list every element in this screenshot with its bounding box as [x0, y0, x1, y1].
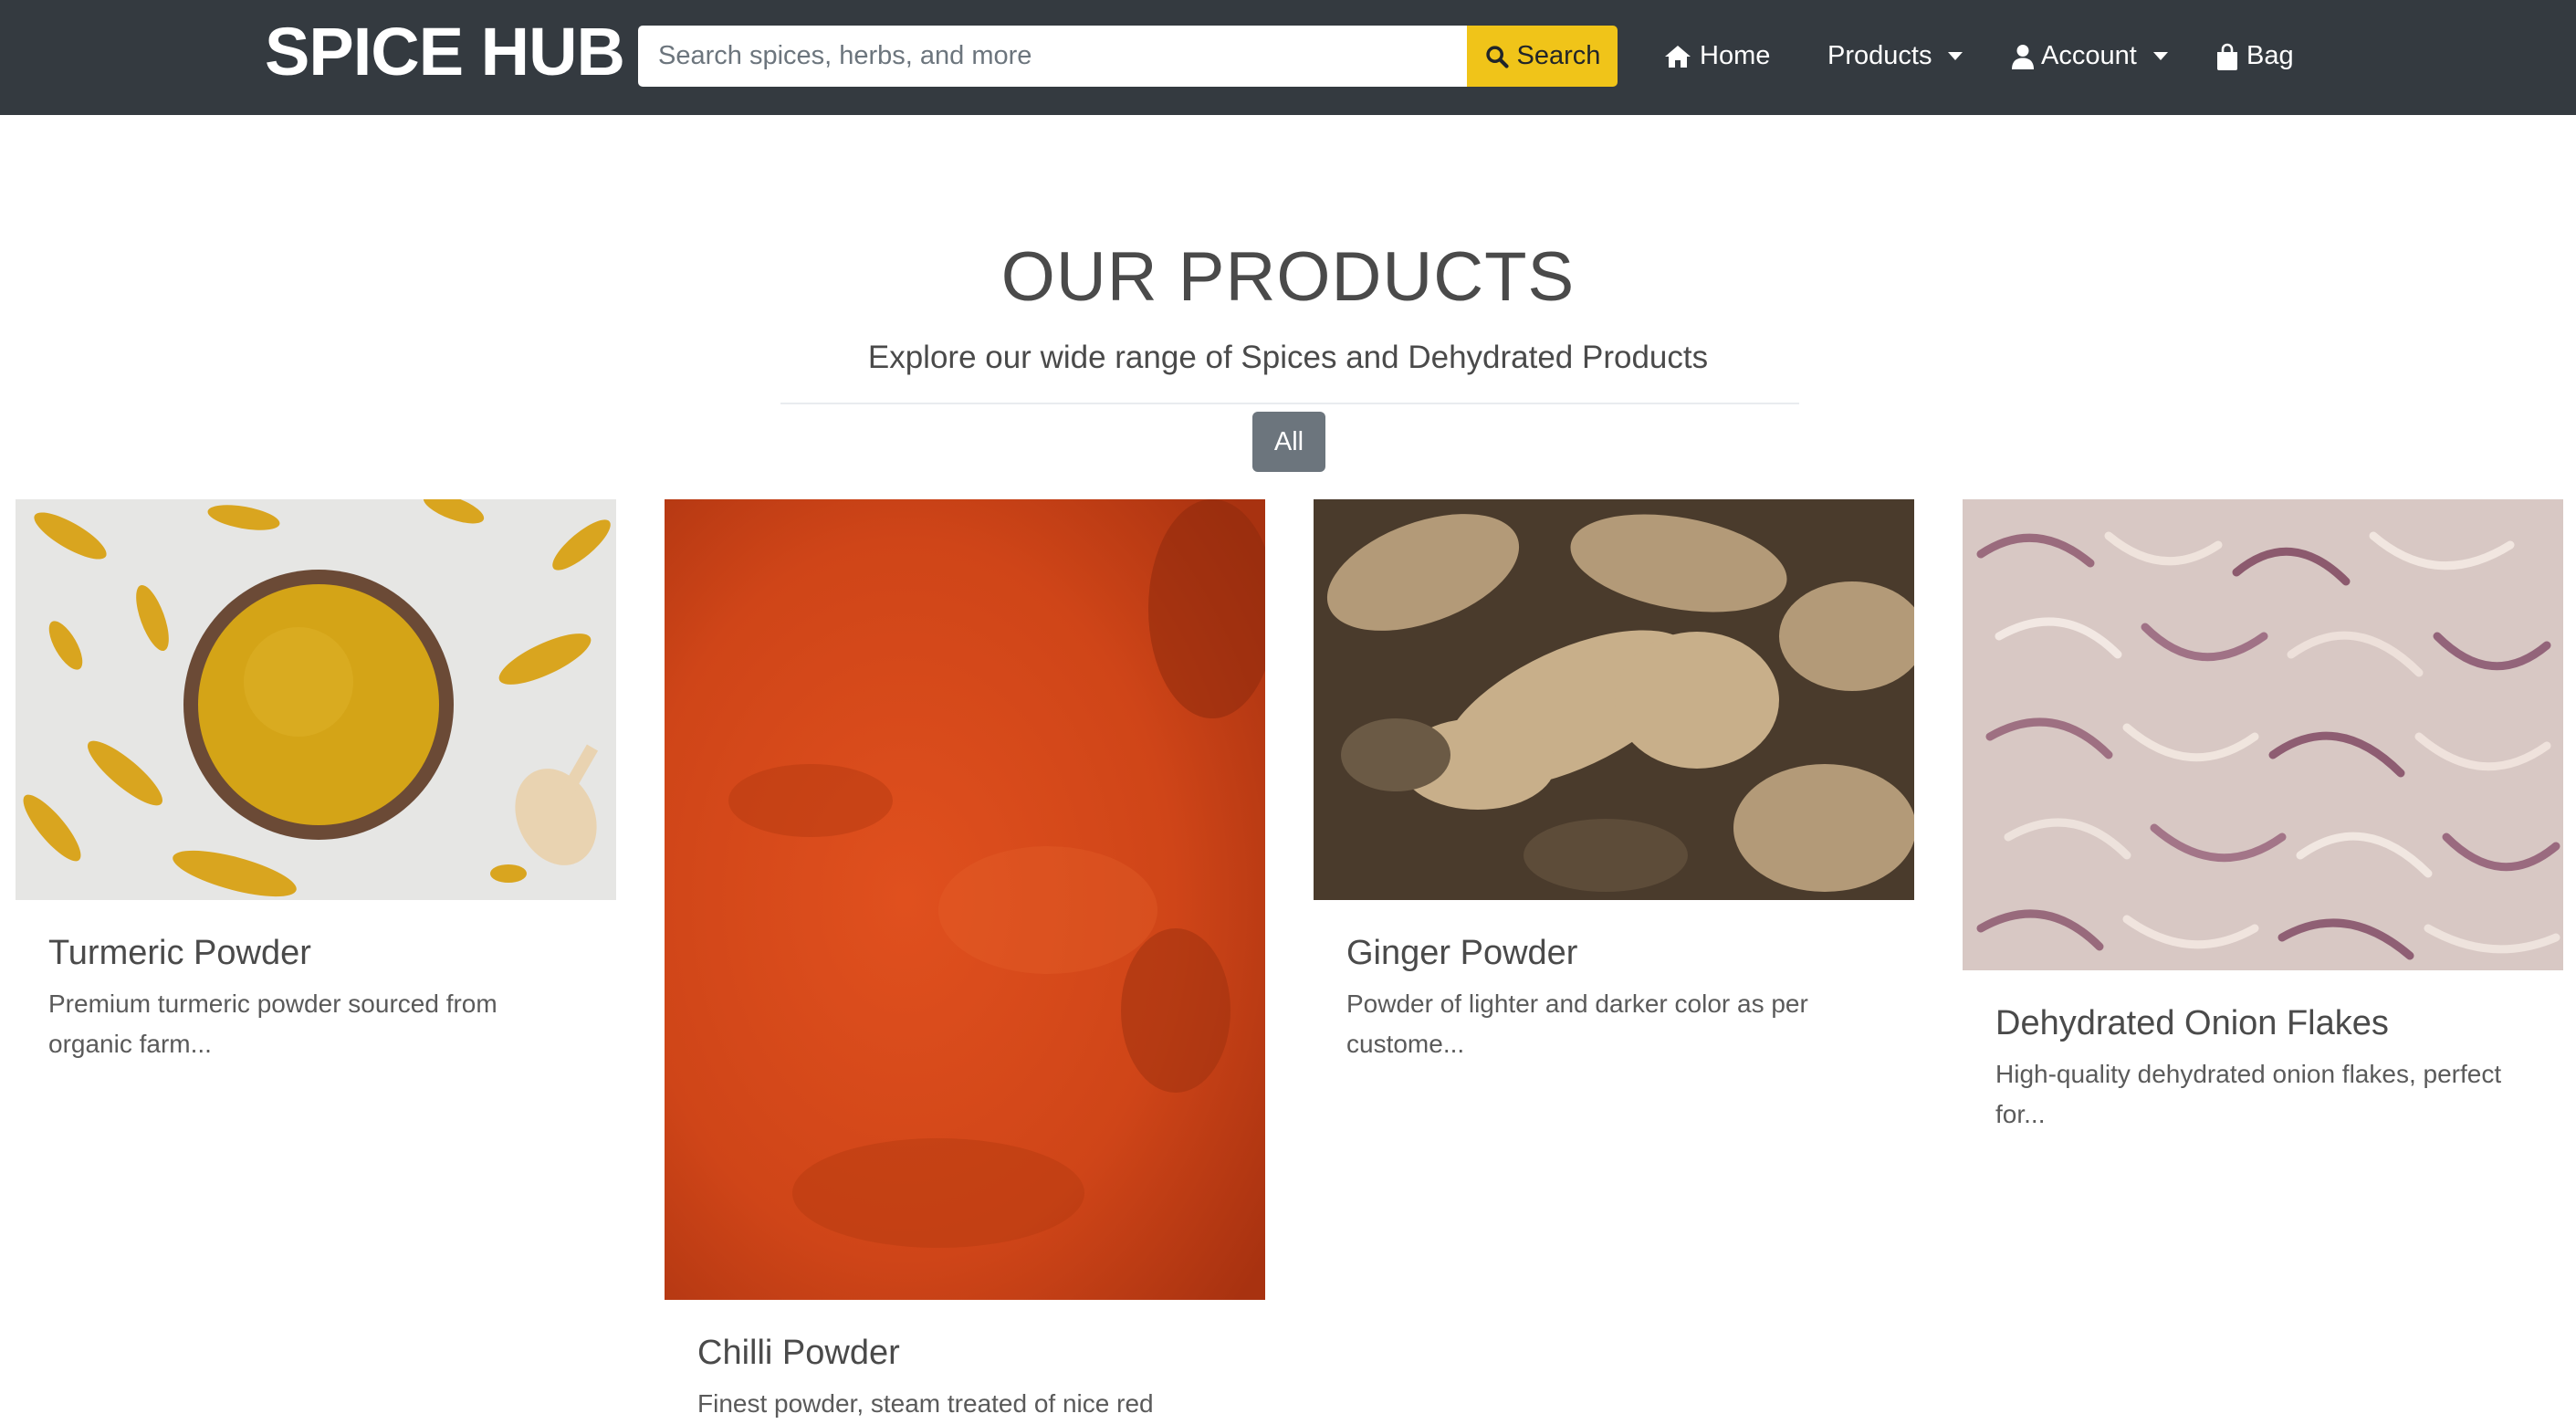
product-card[interactable]: Dehydrated Onion Flakes High-quality deh…	[1963, 499, 2563, 1135]
chevron-down-icon	[1948, 52, 1963, 60]
brand-logo[interactable]: SPICE HUB	[265, 13, 625, 91]
product-card[interactable]: Turmeric Powder Premium turmeric powder …	[16, 499, 616, 1064]
user-icon	[2012, 44, 2034, 69]
product-name[interactable]: Turmeric Powder	[16, 933, 616, 975]
nav-products-label: Products	[1827, 41, 1932, 70]
product-name[interactable]: Ginger Powder	[1314, 933, 1914, 975]
page-title: OUR PRODUCTS	[1000, 238, 1576, 316]
product-name[interactable]: Chilli Powder	[665, 1333, 1265, 1375]
nav-bag-label: Bag	[2246, 41, 2294, 70]
nav-account-label: Account	[2041, 41, 2137, 70]
chevron-down-icon	[2152, 52, 2168, 60]
filter-all-button[interactable]: All	[1252, 412, 1325, 472]
product-image-turmeric[interactable]	[16, 499, 616, 900]
shopping-bag-icon	[2215, 43, 2239, 70]
search-button[interactable]: Search	[1467, 26, 1618, 87]
product-image-onion-flakes[interactable]	[1963, 499, 2563, 970]
page-subtitle: Explore our wide range of Spices and Deh…	[867, 340, 1709, 375]
product-description: Premium turmeric powder sourced from org…	[48, 989, 497, 1058]
nav-products-dropdown[interactable]: Products	[1827, 26, 1963, 87]
search-input[interactable]	[638, 26, 1467, 87]
top-navbar: SPICE HUB Search Home Products Account B…	[0, 0, 2576, 115]
nav-bag-link[interactable]: Bag	[2215, 26, 2294, 87]
nav-home-link[interactable]: Home	[1663, 26, 1770, 87]
product-card[interactable]: Ginger Powder Powder of lighter and dark…	[1314, 499, 1914, 1064]
home-icon	[1663, 44, 1692, 69]
product-name[interactable]: Dehydrated Onion Flakes	[1963, 1003, 2563, 1045]
search-button-label: Search	[1516, 41, 1601, 70]
product-description: Finest powder, steam treated of nice red…	[697, 1388, 1154, 1418]
nav-home-label: Home	[1700, 41, 1771, 70]
product-card[interactable]: Chilli Powder Finest powder, steam treat…	[665, 499, 1265, 1424]
product-description: Powder of lighter and darker color as pe…	[1346, 989, 1808, 1058]
product-image-chilli[interactable]	[665, 499, 1265, 1300]
product-image-ginger[interactable]	[1314, 499, 1914, 900]
nav-account-dropdown[interactable]: Account	[2012, 26, 2168, 87]
section-divider	[780, 403, 1799, 404]
product-description: High-quality dehydrated onion flakes, pe…	[1995, 1059, 2502, 1128]
search-icon	[1484, 44, 1510, 69]
